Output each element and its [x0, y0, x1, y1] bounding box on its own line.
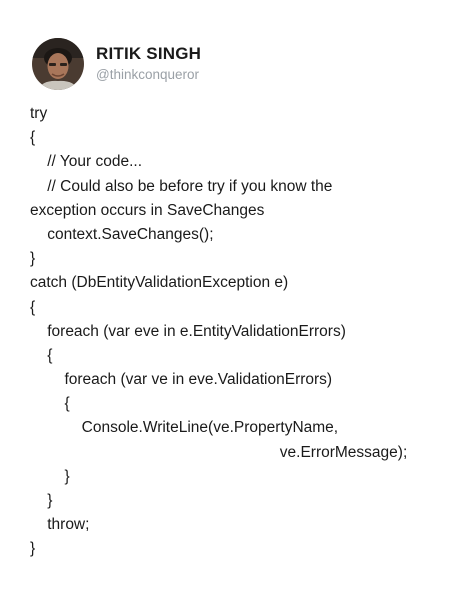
- code-line: }: [30, 540, 36, 558]
- code-line: // Your code...: [30, 153, 143, 171]
- profile-photo-icon: [32, 38, 84, 90]
- code-line: {: [30, 346, 53, 364]
- code-snippet: try { // Your code... // Could also be be…: [30, 102, 460, 562]
- code-line: ve.ErrorMessage);: [30, 443, 408, 461]
- code-line: throw;: [30, 516, 90, 534]
- author-handle[interactable]: @thinkconqueror: [96, 65, 201, 85]
- code-line: }: [30, 250, 36, 268]
- code-line: }: [30, 492, 53, 509]
- code-line: {: [30, 395, 70, 413]
- code-line: Console.WriteLine(ve.PropertyName,: [30, 419, 339, 437]
- avatar[interactable]: [32, 38, 84, 90]
- code-line: // Could also be before try if you know …: [30, 177, 333, 195]
- code-line: foreach (var eve in e.EntityValidationEr…: [30, 322, 346, 340]
- author-name: RITIK SINGH: [96, 44, 202, 63]
- code-line: {: [30, 298, 36, 316]
- code-line: try: [30, 105, 48, 122]
- code-line: exception occurs in SaveChanges: [30, 201, 265, 219]
- code-line: foreach (var ve in eve.ValidationErrors): [30, 371, 333, 389]
- post-header: RITIK SINGH @thinkconqueror: [32, 36, 201, 92]
- code-line: {: [30, 129, 36, 147]
- code-line: catch (DbEntityValidationException e): [30, 274, 289, 292]
- code-line: context.SaveChanges();: [30, 225, 214, 243]
- code-line: }: [30, 467, 70, 485]
